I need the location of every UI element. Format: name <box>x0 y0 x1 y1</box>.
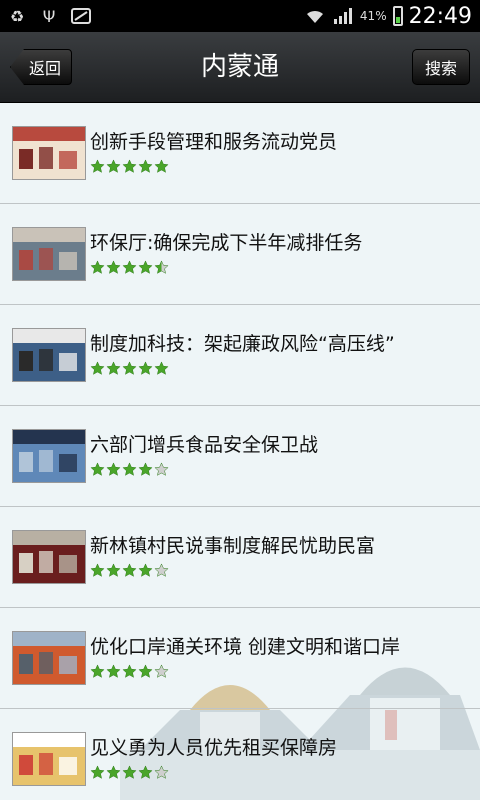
news-thumbnail <box>12 429 86 483</box>
star-icon <box>154 563 169 578</box>
list-item[interactable]: 制度加科技：架起廉政风险“高压线” <box>0 305 480 406</box>
star-icon <box>90 563 105 578</box>
star-icon <box>122 361 137 376</box>
news-title: 新林镇村民说事制度解民忧助民富 <box>90 535 376 557</box>
list-item[interactable]: 创新手段管理和服务流动党员 <box>0 103 480 204</box>
notification-icon <box>70 6 92 26</box>
rating-stars <box>90 260 169 275</box>
star-icon <box>90 159 105 174</box>
search-button[interactable]: 搜索 <box>412 49 470 85</box>
news-thumbnail <box>12 530 86 584</box>
star-icon <box>106 664 121 679</box>
news-title: 六部门增兵食品安全保卫战 <box>90 434 319 456</box>
battery-percent: 41% <box>359 9 387 23</box>
star-icon <box>154 260 169 275</box>
news-thumbnail <box>12 732 86 786</box>
star-icon <box>106 563 121 578</box>
rating-stars <box>90 664 169 679</box>
star-icon <box>122 664 137 679</box>
news-list[interactable]: 创新手段管理和服务流动党员 环保厅:确保完成下半年减排任务 制度加科技：架起廉政… <box>0 103 480 800</box>
star-icon <box>90 664 105 679</box>
wifi-icon <box>304 6 326 26</box>
recycle-icon: ♻ <box>9 6 25 26</box>
list-item[interactable]: 优化口岸通关环境 创建文明和谐口岸 <box>0 608 480 709</box>
star-icon <box>122 563 137 578</box>
star-icon <box>90 361 105 376</box>
star-icon <box>122 260 137 275</box>
list-item[interactable]: 环保厅:确保完成下半年减排任务 <box>0 204 480 305</box>
news-title: 见义勇为人员优先租买保障房 <box>90 737 338 759</box>
star-icon <box>106 260 121 275</box>
usb-icon: Ψ <box>42 6 56 26</box>
star-icon <box>106 765 121 780</box>
news-thumbnail <box>12 328 86 382</box>
star-icon <box>106 462 121 477</box>
status-bar: ♻ Ψ 41% 22:49 <box>0 0 480 32</box>
star-icon <box>122 159 137 174</box>
star-icon <box>138 765 153 780</box>
star-icon <box>138 260 153 275</box>
star-icon <box>90 260 105 275</box>
star-icon <box>154 361 169 376</box>
rating-stars <box>90 361 169 376</box>
rating-stars <box>90 462 169 477</box>
star-icon <box>90 462 105 477</box>
clock: 22:49 <box>408 3 472 29</box>
star-icon <box>106 361 121 376</box>
star-icon <box>154 159 169 174</box>
page-title: 内蒙通 <box>200 52 279 82</box>
rating-stars <box>90 765 169 780</box>
list-item[interactable]: 见义勇为人员优先租买保障房 <box>0 709 480 800</box>
news-thumbnail <box>12 227 86 281</box>
list-item[interactable]: 新林镇村民说事制度解民忧助民富 <box>0 507 480 608</box>
star-icon <box>122 765 137 780</box>
battery-icon <box>392 6 403 26</box>
news-title: 环保厅:确保完成下半年减排任务 <box>90 232 363 254</box>
star-icon <box>106 159 121 174</box>
news-title: 制度加科技：架起廉政风险“高压线” <box>90 333 395 355</box>
app-header: 返回 内蒙通 搜索 <box>0 32 480 103</box>
news-thumbnail <box>12 126 86 180</box>
news-thumbnail <box>12 631 86 685</box>
signal-icon <box>332 6 354 26</box>
star-icon <box>90 765 105 780</box>
news-title: 优化口岸通关环境 创建文明和谐口岸 <box>90 636 401 658</box>
star-icon <box>138 664 153 679</box>
star-icon <box>138 563 153 578</box>
star-icon <box>138 159 153 174</box>
star-icon <box>122 462 137 477</box>
rating-stars <box>90 159 169 174</box>
star-icon <box>138 462 153 477</box>
star-icon <box>154 664 169 679</box>
star-icon <box>154 765 169 780</box>
star-icon <box>154 462 169 477</box>
news-title: 创新手段管理和服务流动党员 <box>90 131 338 153</box>
star-icon <box>138 361 153 376</box>
rating-stars <box>90 563 169 578</box>
list-item[interactable]: 六部门增兵食品安全保卫战 <box>0 406 480 507</box>
